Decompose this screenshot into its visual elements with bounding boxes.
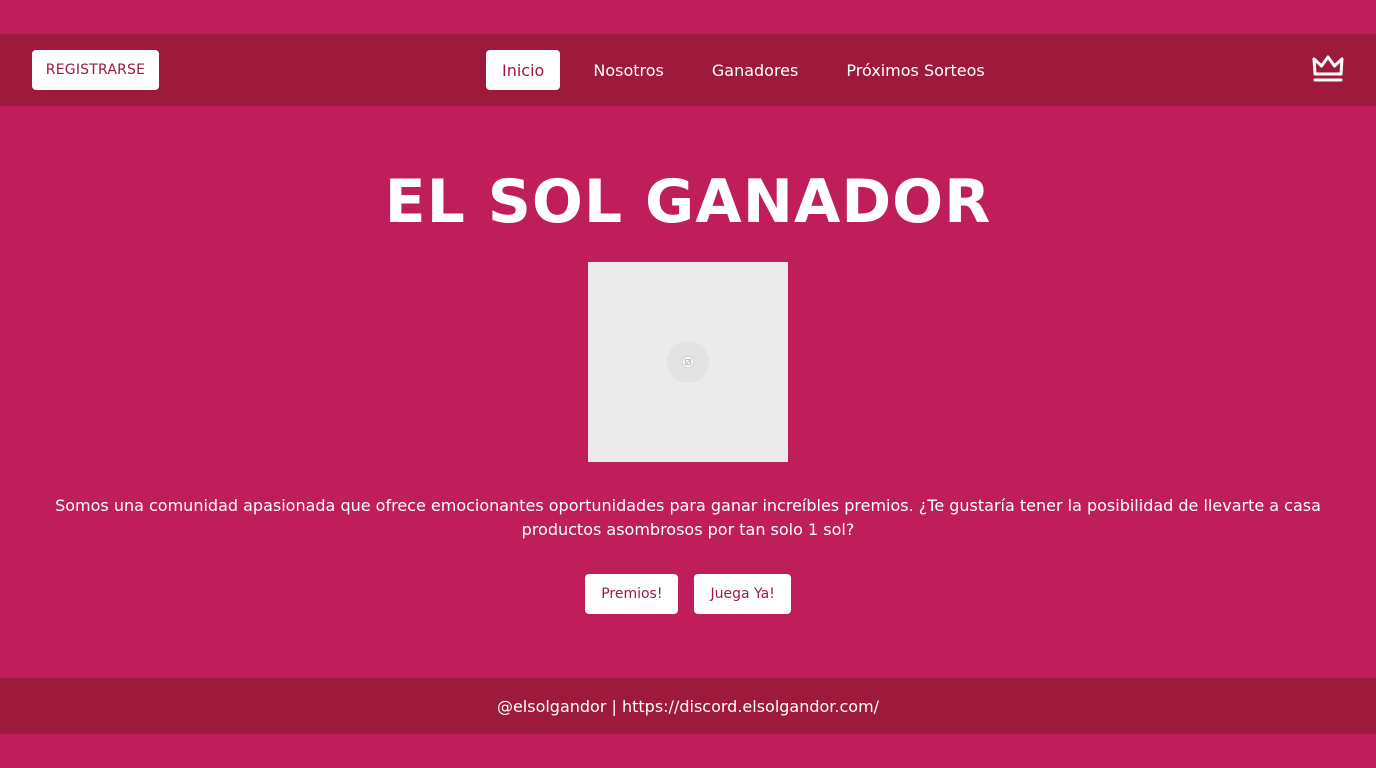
crown-icon[interactable]	[1311, 54, 1345, 84]
hero-description: Somos una comunidad apasionada que ofrec…	[55, 496, 1321, 539]
broken-image-icon	[666, 340, 710, 384]
main-content: EL SOL GANADOR Somos una comunidad apasi…	[0, 106, 1376, 678]
top-band	[0, 0, 1376, 34]
footer: @elsolgandor | https://discord.elsolgand…	[0, 678, 1376, 734]
nav-item-proximos-sorteos[interactable]: Próximos Sorteos	[830, 50, 1000, 90]
main-nav: Inicio Nosotros Ganadores Próximos Sorte…	[486, 50, 1017, 90]
premios-button[interactable]: Premios!	[585, 574, 679, 614]
navbar: REGISTRARSE Inicio Nosotros Ganadores Pr…	[0, 34, 1376, 106]
nav-item-ganadores[interactable]: Ganadores	[696, 50, 815, 90]
footer-text: @elsolgandor | https://discord.elsolgand…	[496, 696, 880, 716]
juega-ya-button[interactable]: Juega Ya!	[694, 574, 791, 614]
hero-actions: Premios! Juega Ya!	[0, 574, 1376, 614]
register-button[interactable]: REGISTRARSE	[32, 50, 159, 90]
nav-item-nosotros[interactable]: Nosotros	[577, 50, 680, 90]
nav-item-inicio[interactable]: Inicio	[486, 50, 561, 90]
page-title: EL SOL GANADOR	[384, 167, 992, 237]
hero-image	[588, 262, 788, 462]
